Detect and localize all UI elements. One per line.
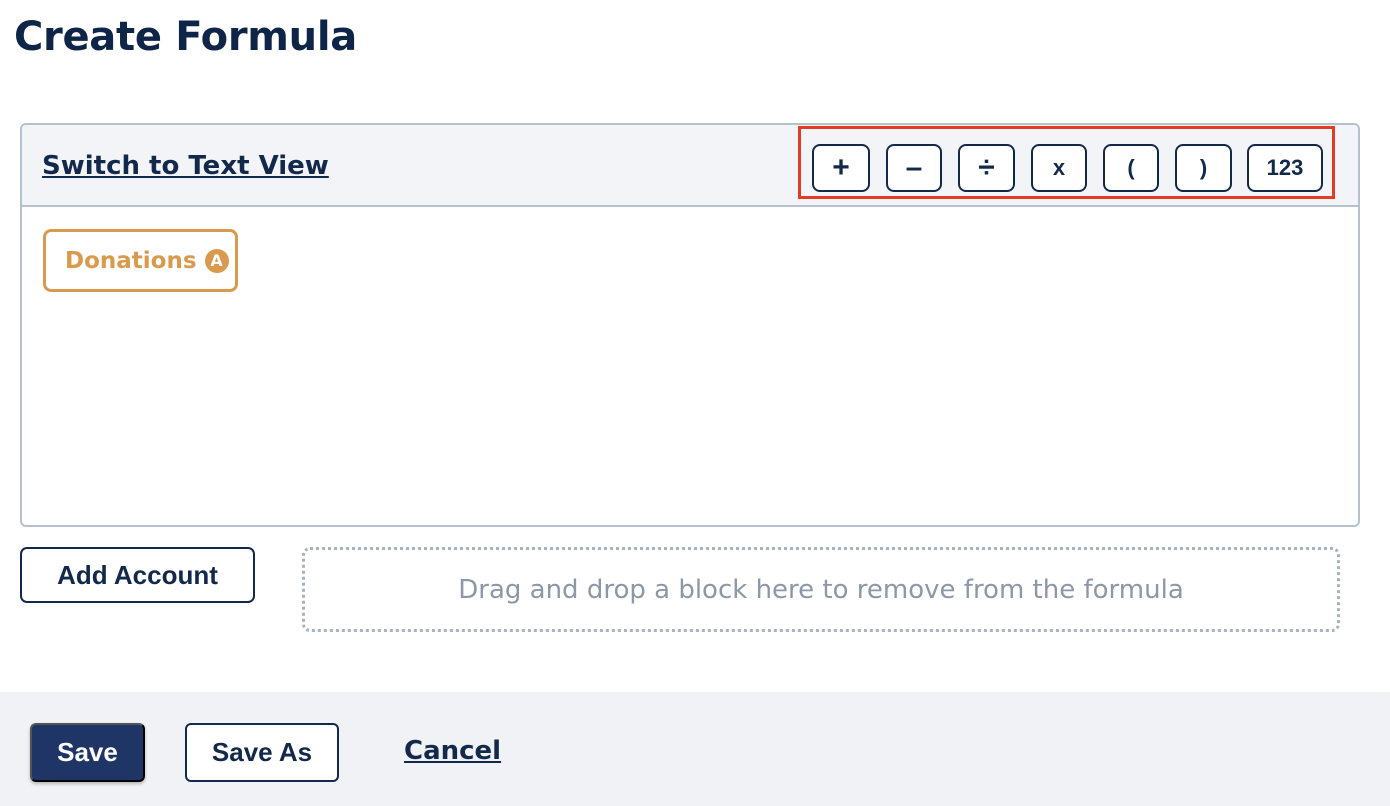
- minus-button[interactable]: –: [886, 144, 942, 192]
- cancel-link[interactable]: Cancel: [404, 736, 501, 766]
- formula-editor: Switch to Text View + – ÷ x ( ) 123 Dona…: [20, 123, 1360, 527]
- remove-block-drop-zone[interactable]: Drag and drop a block here to remove fro…: [302, 547, 1340, 632]
- page-title: Create Formula: [14, 14, 357, 60]
- save-button[interactable]: Save: [30, 723, 145, 782]
- add-account-button[interactable]: Add Account: [20, 547, 255, 603]
- number-button[interactable]: 123: [1247, 144, 1323, 192]
- footer-action-bar: Save Save As Cancel: [0, 692, 1390, 806]
- formula-block-donations[interactable]: Donations A: [43, 229, 238, 292]
- account-type-badge: A: [204, 248, 229, 273]
- divide-button[interactable]: ÷: [958, 144, 1015, 192]
- open-paren-button[interactable]: (: [1103, 144, 1159, 192]
- editor-toolbar: Switch to Text View + – ÷ x ( ) 123: [22, 125, 1358, 207]
- switch-to-text-view-link[interactable]: Switch to Text View: [42, 151, 329, 181]
- operator-button-group: + – ÷ x ( ) 123: [798, 126, 1335, 199]
- save-as-button[interactable]: Save As: [185, 723, 339, 782]
- multiply-button[interactable]: x: [1031, 144, 1087, 192]
- plus-button[interactable]: +: [812, 144, 870, 192]
- create-formula-page: Create Formula Switch to Text View + – ÷…: [0, 0, 1390, 806]
- close-paren-button[interactable]: ): [1175, 144, 1232, 192]
- formula-block-label: Donations: [65, 247, 197, 274]
- drop-zone-text: Drag and drop a block here to remove fro…: [458, 574, 1184, 605]
